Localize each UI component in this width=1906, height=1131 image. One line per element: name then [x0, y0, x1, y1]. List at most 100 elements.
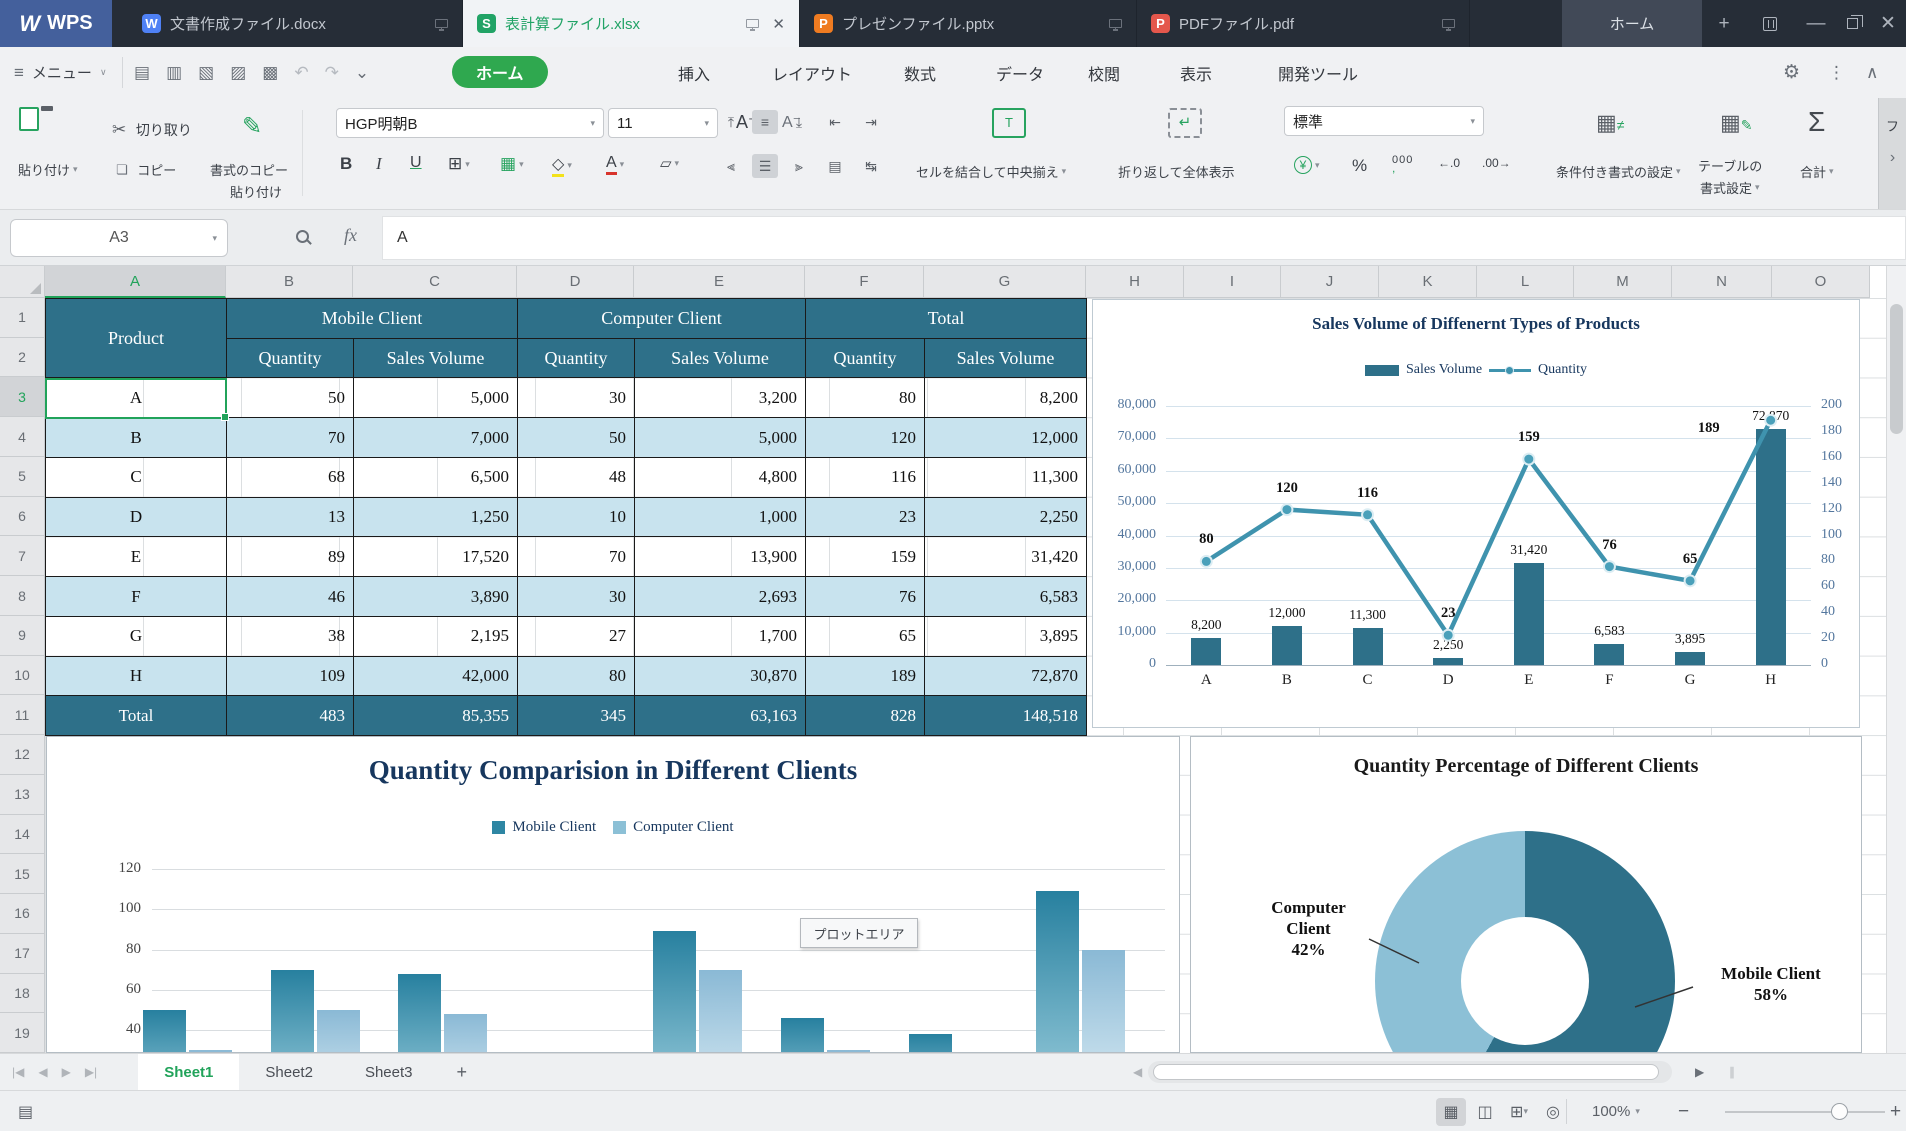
- zoom-slider[interactable]: [1725, 1111, 1885, 1113]
- print-preview-icon[interactable]: ▩: [262, 63, 278, 83]
- table-sub-header[interactable]: Quantity: [518, 338, 635, 378]
- reading-view-icon[interactable]: ◎: [1538, 1098, 1568, 1126]
- document-tab-3[interactable]: Pプレゼンファイル.pptx: [800, 0, 1137, 47]
- zoom-slider-knob[interactable]: [1831, 1103, 1848, 1120]
- total-value-cell[interactable]: 483: [227, 696, 354, 736]
- total-value-cell[interactable]: 828: [806, 696, 925, 736]
- value-cell[interactable]: 120: [806, 418, 925, 458]
- total-value-cell[interactable]: 63,163: [635, 696, 806, 736]
- chart-quantity-percentage[interactable]: Quantity Percentage of Different Clients…: [1190, 736, 1862, 1053]
- product-cell[interactable]: G: [46, 616, 227, 656]
- font-family-select[interactable]: HGP明朝B▾: [336, 108, 604, 138]
- formula-input[interactable]: A: [382, 216, 1906, 260]
- value-cell[interactable]: 2,195: [354, 616, 518, 656]
- row-header-1[interactable]: 1: [0, 298, 45, 338]
- splitter-handle[interactable]: ∥: [1729, 1065, 1735, 1079]
- table-sub-header[interactable]: Sales Volume: [354, 338, 518, 378]
- row-header-11[interactable]: 11: [0, 695, 45, 735]
- align-bottom-button[interactable]: ⤓: [786, 110, 812, 134]
- ribbon-tab-表示[interactable]: 表示: [1170, 47, 1222, 98]
- value-cell[interactable]: 1,700: [635, 616, 806, 656]
- vertical-scrollbar[interactable]: [1886, 266, 1906, 1053]
- value-cell[interactable]: 4,800: [635, 457, 806, 497]
- row-header-14[interactable]: 14: [0, 815, 45, 855]
- new-tab-button[interactable]: +: [1702, 0, 1746, 47]
- value-cell[interactable]: 30,870: [635, 656, 806, 696]
- column-header-N[interactable]: N: [1672, 266, 1772, 298]
- value-cell[interactable]: 109: [227, 656, 354, 696]
- value-cell[interactable]: 1,250: [354, 497, 518, 537]
- tab-home-window[interactable]: ホーム: [1562, 0, 1702, 47]
- total-value-cell[interactable]: 345: [518, 696, 635, 736]
- product-cell[interactable]: D: [46, 497, 227, 537]
- value-cell[interactable]: 70: [227, 418, 354, 458]
- table-header-product[interactable]: Product: [46, 299, 227, 378]
- value-cell[interactable]: 6,583: [925, 577, 1087, 617]
- merge-cells-button[interactable]: セルを結合して中央揃え▾: [916, 162, 1066, 181]
- font-size-select[interactable]: 11▾: [608, 108, 718, 138]
- sheet-tab-Sheet2[interactable]: Sheet2: [239, 1054, 339, 1091]
- value-cell[interactable]: 12,000: [925, 418, 1087, 458]
- row-header-16[interactable]: 16: [0, 894, 45, 934]
- zoom-in-button[interactable]: +: [1890, 1091, 1901, 1131]
- vertical-scrollbar-thumb[interactable]: [1890, 304, 1903, 434]
- value-cell[interactable]: 30: [518, 577, 635, 617]
- row-header-8[interactable]: 8: [0, 576, 45, 616]
- close-button[interactable]: ✕: [1866, 0, 1906, 47]
- value-cell[interactable]: 2,693: [635, 577, 806, 617]
- more-commands-icon[interactable]: ⌄: [355, 63, 369, 83]
- page-break-view-icon[interactable]: ◫: [1470, 1098, 1500, 1126]
- value-cell[interactable]: 46: [227, 577, 354, 617]
- ribbon-tab-数式[interactable]: 数式: [894, 47, 946, 98]
- product-cell[interactable]: H: [46, 656, 227, 696]
- number-format-select[interactable]: 標準▾: [1284, 106, 1484, 136]
- zoom-level[interactable]: 100%▾: [1592, 1091, 1640, 1131]
- page-layout-view-icon[interactable]: ⊞▾: [1504, 1098, 1534, 1126]
- row-header-4[interactable]: 4: [0, 417, 45, 457]
- column-header-K[interactable]: K: [1379, 266, 1477, 298]
- value-cell[interactable]: 70: [518, 537, 635, 577]
- value-cell[interactable]: 11,300: [925, 457, 1087, 497]
- paste-button[interactable]: [32, 110, 36, 128]
- distributed-button[interactable]: ↹: [858, 154, 884, 178]
- value-cell[interactable]: 65: [806, 616, 925, 656]
- value-cell[interactable]: 2,250: [925, 497, 1087, 537]
- value-cell[interactable]: 68: [227, 457, 354, 497]
- value-cell[interactable]: 3,200: [635, 378, 806, 418]
- column-header-G[interactable]: G: [924, 266, 1086, 298]
- cut-button[interactable]: ✂ 切り取り: [112, 120, 192, 140]
- font-color-button[interactable]: A▾: [606, 154, 624, 175]
- ribbon-tab-ホーム[interactable]: ホーム: [452, 56, 548, 88]
- value-cell[interactable]: 76: [806, 577, 925, 617]
- total-label-cell[interactable]: Total: [46, 696, 227, 736]
- column-header-E[interactable]: E: [634, 266, 805, 298]
- value-cell[interactable]: 7,000: [354, 418, 518, 458]
- wrap-text-button[interactable]: 折り返して全体表示: [1118, 162, 1235, 181]
- table-sub-header[interactable]: Sales Volume: [925, 338, 1087, 378]
- sheet-tab-Sheet1[interactable]: Sheet1: [138, 1054, 239, 1091]
- row-header-6[interactable]: 6: [0, 497, 45, 537]
- column-header-M[interactable]: M: [1574, 266, 1672, 298]
- copy-button[interactable]: ❏ コピー: [116, 160, 176, 179]
- column-header-I[interactable]: I: [1184, 266, 1281, 298]
- wps-logo[interactable]: W WPS: [0, 0, 112, 47]
- tab-list-button[interactable]: [1748, 0, 1792, 47]
- sheet-tab-Sheet3[interactable]: Sheet3: [339, 1054, 439, 1091]
- value-cell[interactable]: 38: [227, 616, 354, 656]
- bold-button[interactable]: B: [340, 154, 352, 174]
- row-header-18[interactable]: 18: [0, 974, 45, 1014]
- currency-format-button[interactable]: ¥▾: [1294, 156, 1320, 174]
- value-cell[interactable]: 27: [518, 616, 635, 656]
- value-cell[interactable]: 116: [806, 457, 925, 497]
- table-format-label2[interactable]: 書式設定▾: [1700, 178, 1760, 197]
- align-center-button[interactable]: ☰: [752, 154, 778, 178]
- paste-dropdown[interactable]: 貼り付け▾: [18, 160, 78, 179]
- table-group-header[interactable]: Mobile Client: [227, 299, 518, 339]
- table-group-header[interactable]: Computer Client: [518, 299, 806, 339]
- open-icon[interactable]: ▤: [134, 63, 150, 83]
- ribbon-tab-開発ツール[interactable]: 開発ツール: [1268, 47, 1368, 98]
- value-cell[interactable]: 23: [806, 497, 925, 537]
- normal-view-icon[interactable]: ▦: [1436, 1098, 1466, 1126]
- increase-decimal-button[interactable]: ←.0: [1438, 156, 1460, 170]
- row-header-17[interactable]: 17: [0, 934, 45, 974]
